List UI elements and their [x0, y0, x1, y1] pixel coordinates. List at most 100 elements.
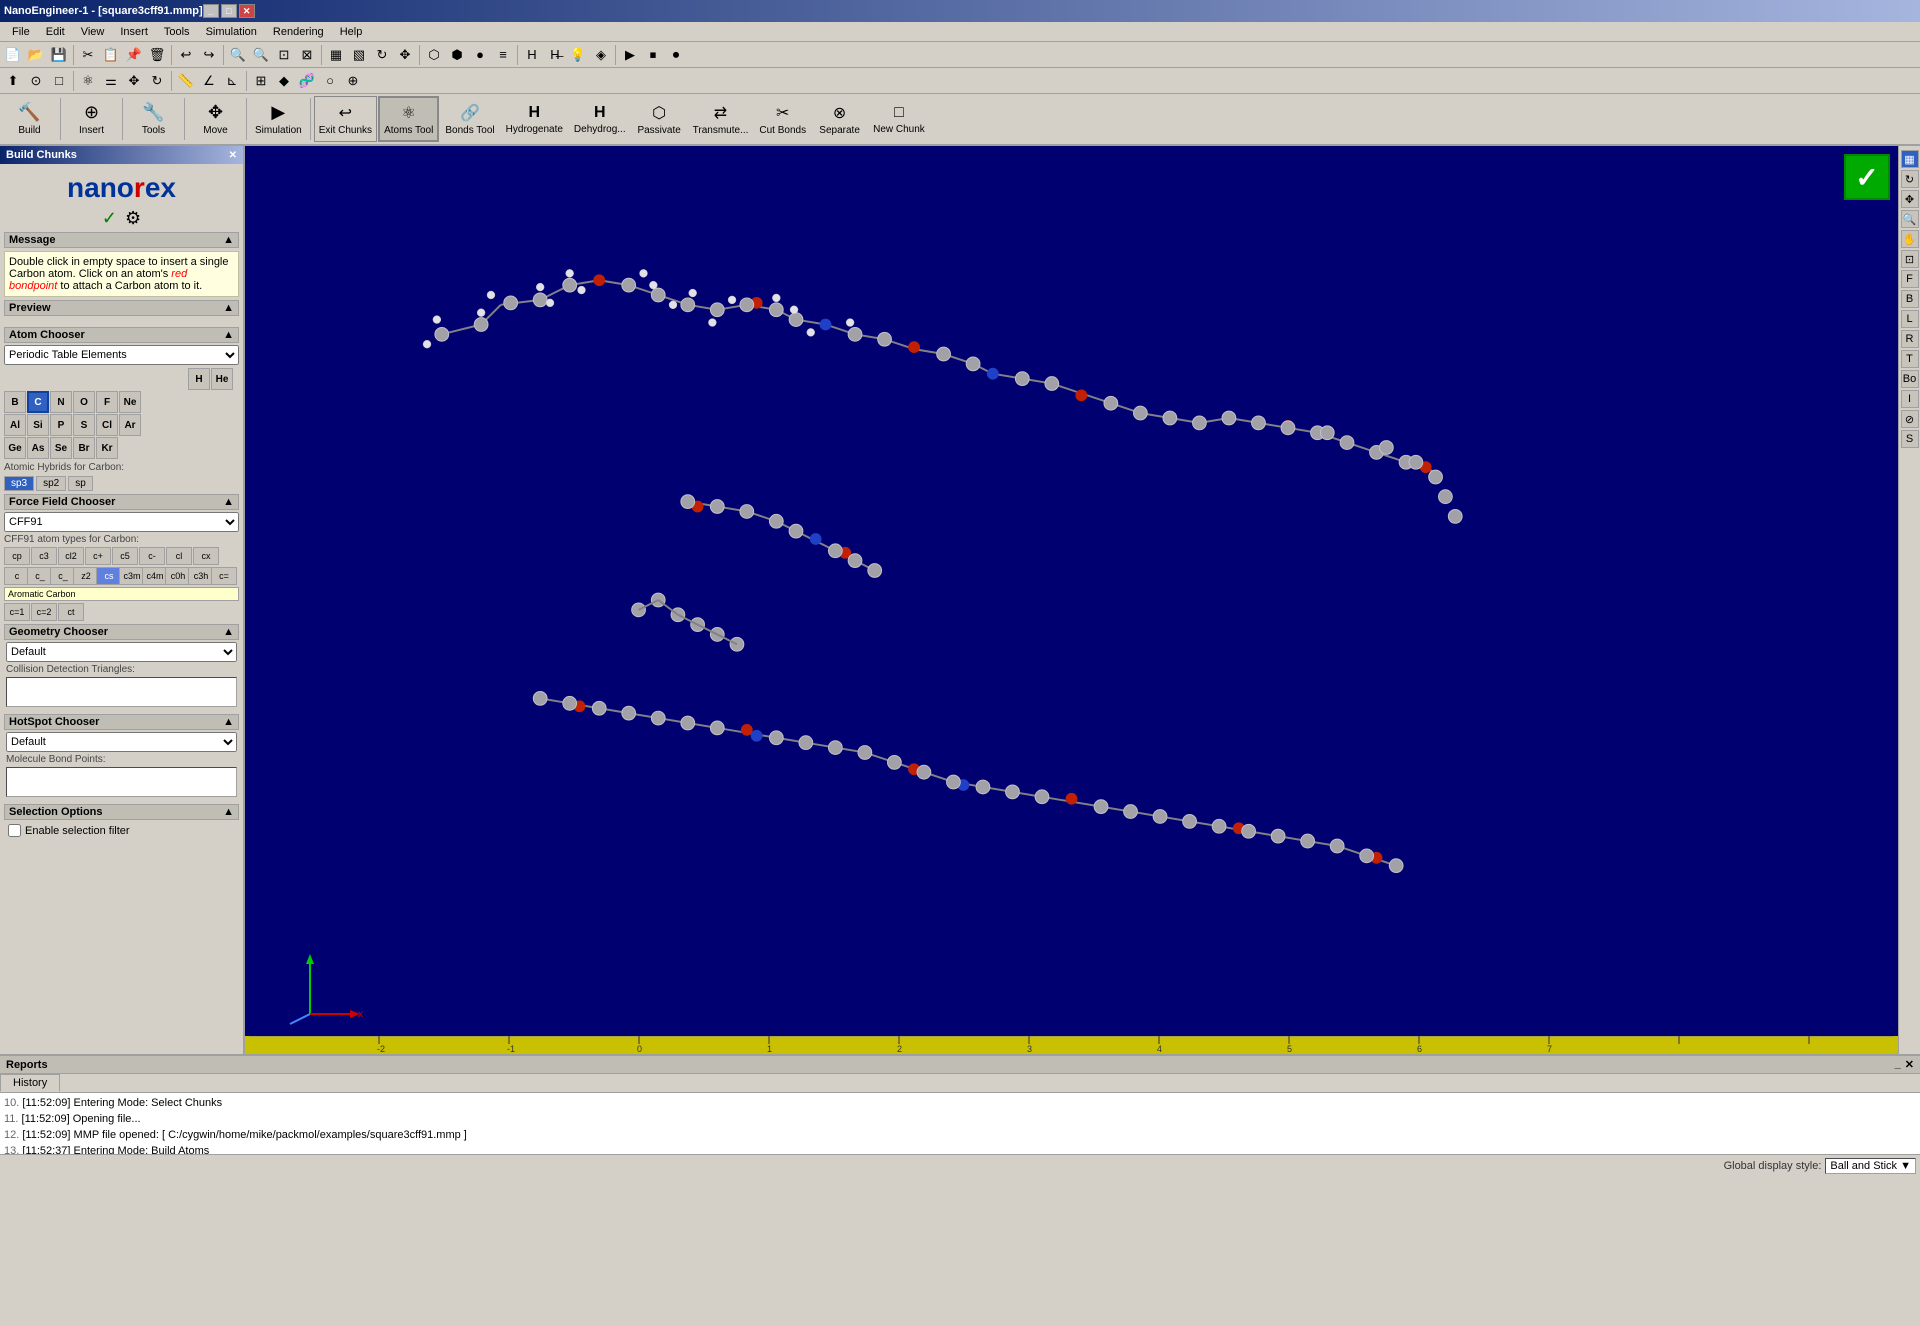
ri-bottom[interactable]: Bo — [1901, 370, 1919, 388]
tb2-rect[interactable]: □ — [48, 70, 70, 92]
at-cminus[interactable]: c- — [139, 547, 165, 565]
element-N[interactable]: N — [50, 391, 72, 413]
tb-zoom-in[interactable]: 🔍 — [227, 44, 249, 66]
tb-lines[interactable]: ≡ — [492, 44, 514, 66]
reports-close[interactable]: ✕ — [1905, 1058, 1914, 1071]
tb2-nanotube[interactable]: ○ — [319, 70, 341, 92]
at-cx[interactable]: cx — [193, 547, 219, 565]
menu-edit[interactable]: Edit — [38, 24, 73, 40]
green-check[interactable]: ✓ — [1844, 154, 1890, 200]
tab-history[interactable]: History — [0, 1074, 60, 1092]
geometry-dropdown[interactable]: Default — [6, 642, 237, 662]
selection-filter-checkbox[interactable] — [8, 824, 21, 837]
tb2-measure[interactable]: 📏 — [175, 70, 197, 92]
ri-left[interactable]: L — [1901, 310, 1919, 328]
hotspot-collapse[interactable]: ▲ — [223, 716, 234, 728]
tb2-grid[interactable]: ⊞ — [250, 70, 272, 92]
config-icon[interactable]: ⚙ — [125, 208, 141, 229]
at-ceq[interactable]: c= — [211, 567, 237, 585]
element-O[interactable]: O — [73, 391, 95, 413]
ri-fit[interactable]: ⊡ — [1901, 250, 1919, 268]
at-cp[interactable]: cp — [4, 547, 30, 565]
tb2-lasso[interactable]: ⊙ — [25, 70, 47, 92]
element-Al[interactable]: Al — [4, 414, 26, 436]
tb-new[interactable]: 📄 — [2, 44, 24, 66]
ri-right[interactable]: R — [1901, 330, 1919, 348]
tb-cut[interactable]: ✂ — [77, 44, 99, 66]
tb2-crystal[interactable]: ◆ — [273, 70, 295, 92]
preview-collapse[interactable]: ▲ — [223, 302, 234, 314]
element-B[interactable]: B — [4, 391, 26, 413]
viewport[interactable]: x -2 -1 0 — [245, 146, 1898, 1054]
insert-button[interactable]: ⊕ Insert — [64, 96, 119, 142]
tb2-bond[interactable]: ⚌ — [100, 70, 122, 92]
tb-zoom-all[interactable]: ⊠ — [296, 44, 318, 66]
menu-view[interactable]: View — [73, 24, 113, 40]
tb-material[interactable]: ◈ — [590, 44, 612, 66]
simulation-button[interactable]: ▶ Simulation — [250, 96, 307, 142]
cut-bonds-button[interactable]: ✂ Cut Bonds — [754, 96, 811, 142]
menu-insert[interactable]: Insert — [112, 24, 156, 40]
hotspot-dropdown[interactable]: Default — [6, 732, 237, 752]
ri-clipping[interactable]: ⊘ — [1901, 410, 1919, 428]
tb-paste[interactable]: 📌 — [123, 44, 145, 66]
element-Si[interactable]: Si — [27, 414, 49, 436]
move-button[interactable]: ✥ Move — [188, 96, 243, 142]
tb-delete[interactable]: 🗑 — [146, 44, 168, 66]
new-chunk-button[interactable]: □ New Chunk — [868, 96, 930, 142]
element-Ar[interactable]: Ar — [119, 414, 141, 436]
ri-translate[interactable]: ✥ — [1901, 190, 1919, 208]
element-Ge[interactable]: Ge — [4, 437, 26, 459]
element-Ne[interactable]: Ne — [119, 391, 141, 413]
element-As[interactable]: As — [27, 437, 49, 459]
tb-deselect[interactable]: ▧ — [348, 44, 370, 66]
at-c5[interactable]: c5 — [112, 547, 138, 565]
exit-chunks-button[interactable]: ↩ Exit Chunks — [314, 96, 377, 142]
at-ct[interactable]: ct — [58, 603, 84, 621]
tb-wireframe[interactable]: ⬡ — [423, 44, 445, 66]
element-Se[interactable]: Se — [50, 437, 72, 459]
hybrid-sp3[interactable]: sp3 — [4, 476, 34, 491]
tb-open[interactable]: 📂 — [25, 44, 47, 66]
selection-collapse[interactable]: ▲ — [223, 806, 234, 818]
menu-file[interactable]: File — [4, 24, 38, 40]
tb-zoom-out[interactable]: 🔍 — [250, 44, 272, 66]
tb-h-show[interactable]: H — [521, 44, 543, 66]
ri-pan[interactable]: ✋ — [1901, 230, 1919, 248]
ri-back[interactable]: B — [1901, 290, 1919, 308]
tb-h-hide[interactable]: H̶ — [544, 44, 566, 66]
element-He[interactable]: He — [211, 368, 233, 390]
dehydrogenate-button[interactable]: H Dehydrog... — [569, 96, 631, 142]
minimize-button[interactable]: _ — [203, 4, 219, 18]
build-button[interactable]: 🔨 Build — [2, 96, 57, 142]
hybrid-sp[interactable]: sp — [68, 476, 93, 491]
tb-undo[interactable]: ↩ — [175, 44, 197, 66]
element-Br[interactable]: Br — [73, 437, 95, 459]
atoms-tool-button[interactable]: ⚛ Atoms Tool — [378, 96, 439, 142]
ri-zoom[interactable]: 🔍 — [1901, 210, 1919, 228]
element-S[interactable]: S — [73, 414, 95, 436]
close-button[interactable]: ✕ — [239, 4, 255, 18]
tb-copy[interactable]: 📋 — [100, 44, 122, 66]
ri-rotate[interactable]: ↻ — [1901, 170, 1919, 188]
ri-select[interactable]: ▦ — [1901, 150, 1919, 168]
ri-stereo[interactable]: S — [1901, 430, 1919, 448]
tb2-rotate[interactable]: ↻ — [146, 70, 168, 92]
dropdown-arrow[interactable]: ▼ — [1900, 1160, 1911, 1172]
tb-sim-run[interactable]: ▶ — [619, 44, 641, 66]
hybrid-sp2[interactable]: sp2 — [36, 476, 66, 491]
tb-light[interactable]: 💡 — [567, 44, 589, 66]
at-c3[interactable]: c3 — [31, 547, 57, 565]
passivate-button[interactable]: ⬡ Passivate — [632, 96, 687, 142]
at-cl2[interactable]: cl2 — [58, 547, 84, 565]
at-ceq2[interactable]: c=2 — [31, 603, 57, 621]
tb-redo[interactable]: ↪ — [198, 44, 220, 66]
element-H[interactable]: H — [188, 368, 210, 390]
menu-rendering[interactable]: Rendering — [265, 24, 332, 40]
tb-sim-stop[interactable]: ⏹ — [642, 44, 664, 66]
tb-save[interactable]: 💾 — [48, 44, 70, 66]
reports-minimize[interactable]: _ — [1895, 1058, 1901, 1071]
tb-rotate[interactable]: ↻ — [371, 44, 393, 66]
element-Cl[interactable]: Cl — [96, 414, 118, 436]
bonds-tool-button[interactable]: 🔗 Bonds Tool — [440, 96, 499, 142]
